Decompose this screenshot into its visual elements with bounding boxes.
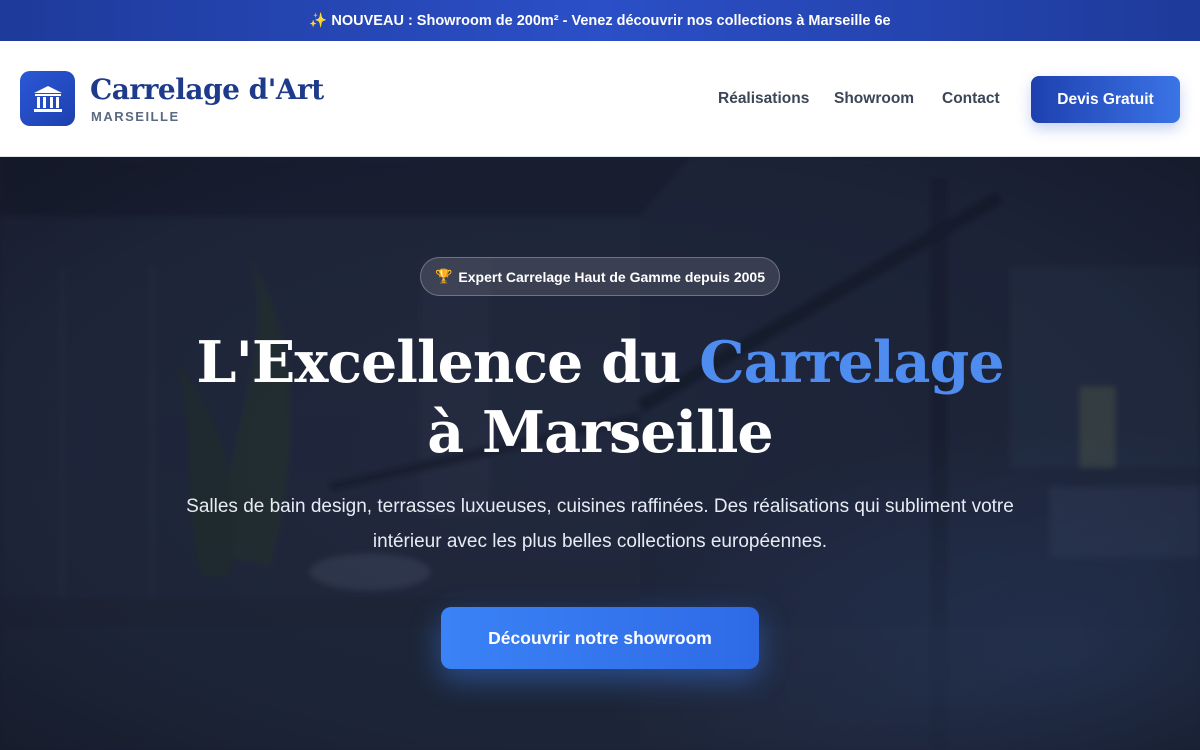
hero-title-accent: Carrelage bbox=[699, 329, 1004, 396]
sparkles-icon: ✨ bbox=[309, 13, 328, 29]
brand-city: MARSEILLE bbox=[91, 109, 180, 124]
hero-section: 🏆 Expert Carrelage Haut de Gamme depuis … bbox=[0, 157, 1200, 750]
classical-building-icon bbox=[33, 85, 62, 112]
brand-name[interactable]: Carrelage d'Art bbox=[90, 73, 324, 106]
site-header: Carrelage d'Art MARSEILLE Réalisations S… bbox=[0, 41, 1200, 157]
nav-contact[interactable]: Contact bbox=[942, 90, 1000, 108]
nav-realisations[interactable]: Réalisations bbox=[718, 90, 809, 108]
hero-subtitle-line1: Salles de bain design, terrasses luxueus… bbox=[186, 496, 1014, 517]
trophy-icon: 🏆 bbox=[434, 268, 453, 284]
hero-title-part: L'Excellence du bbox=[196, 329, 700, 396]
logo[interactable] bbox=[20, 71, 75, 126]
discover-showroom-button[interactable]: Découvrir notre showroom bbox=[441, 607, 759, 669]
hero-subtitle-line2: intérieur avec les plus belles collectio… bbox=[372, 531, 828, 552]
announcement-bar: ✨ NOUVEAU : Showroom de 200m² - Venez dé… bbox=[0, 0, 1200, 41]
hero-title-line2: à Marseille bbox=[427, 399, 773, 466]
nav-showroom[interactable]: Showroom bbox=[834, 90, 914, 108]
free-quote-button[interactable]: Devis Gratuit bbox=[1031, 76, 1180, 123]
hero-title-line1: L'Excellence du Carrelage bbox=[0, 329, 1200, 396]
badge-text: Expert Carrelage Haut de Gamme depuis 20… bbox=[458, 268, 765, 285]
announcement-text: NOUVEAU : Showroom de 200m² - Venez déco… bbox=[331, 12, 891, 29]
expertise-badge: 🏆 Expert Carrelage Haut de Gamme depuis … bbox=[420, 257, 780, 296]
